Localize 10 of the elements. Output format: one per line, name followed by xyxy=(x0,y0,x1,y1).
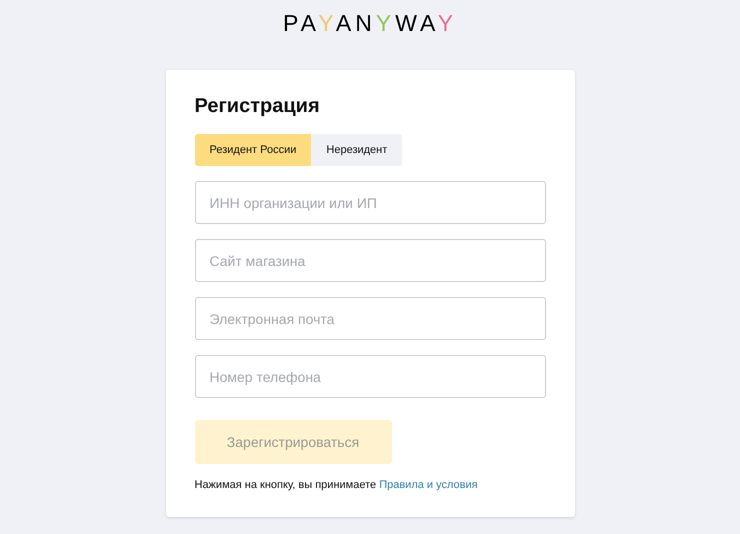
logo: PAYAN Y WAY xyxy=(282,10,458,36)
terms-text: Нажимая на кнопку, вы принимаете Правила и условия xyxy=(194,478,479,493)
input-field[interactable]: Номер телефона xyxy=(194,355,546,398)
form-title: Регистрация xyxy=(194,94,321,118)
tab[interactable]: Нерезидент xyxy=(311,134,402,166)
input-field[interactable]: Сайт магазина xyxy=(194,239,546,282)
tab[interactable]: Резидент России xyxy=(194,134,312,166)
input-field[interactable]: ИНН организации или ИП xyxy=(194,181,546,224)
terms-link[interactable]: Правила и условия xyxy=(379,479,478,491)
input-field[interactable]: Электронная почта xyxy=(194,297,546,340)
